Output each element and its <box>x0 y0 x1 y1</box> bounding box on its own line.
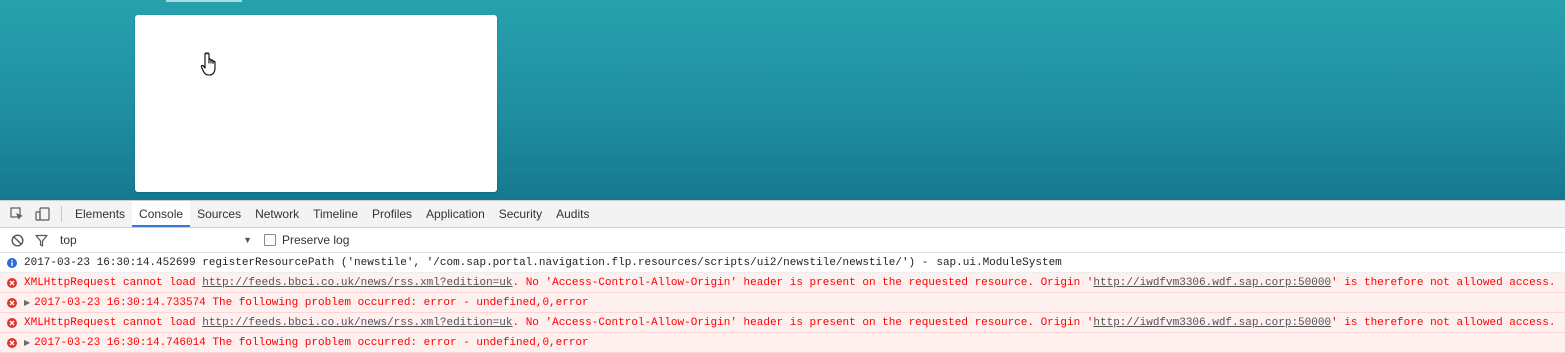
news-tile[interactable] <box>135 15 497 192</box>
xhr-error-url-link[interactable]: http://feeds.bbci.co.uk/news/rss.xml?edi… <box>202 277 512 289</box>
xhr-error-origin-link[interactable]: http://iwdfvm3306.wdf.sap.corp:50000 <box>1093 277 1331 289</box>
console-message-info: 2017-03-23 16:30:14.452699 registerResou… <box>0 253 1565 273</box>
preserve-log-label: Preserve log <box>282 233 350 247</box>
context-selector-value: top <box>60 233 77 247</box>
tab-console[interactable]: Console <box>132 201 191 227</box>
preserve-log-control[interactable]: Preserve log <box>264 233 349 247</box>
viewport-tab-indicator <box>166 0 242 2</box>
xhr-error-url-link[interactable]: http://feeds.bbci.co.uk/news/rss.xml?edi… <box>202 317 512 329</box>
xhr-error-suffix: ' is therefore not allowed access. <box>1331 316 1556 329</box>
xhr-error-suffix: ' is therefore not allowed access. <box>1331 276 1556 289</box>
app-viewport <box>0 0 1565 200</box>
xhr-error-prefix: XMLHttpRequest cannot load <box>24 316 203 329</box>
tab-application[interactable]: Application <box>419 201 492 227</box>
devtools-panel: Elements Console Sources Network Timelin… <box>0 200 1565 353</box>
xhr-error-middle: . No 'Access-Control-Allow-Origin' heade… <box>512 316 1094 329</box>
error-icon <box>6 317 18 329</box>
tab-elements[interactable]: Elements <box>68 201 132 227</box>
xhr-error-prefix: XMLHttpRequest cannot load <box>24 276 203 289</box>
info-message-text: 2017-03-23 16:30:14.452699 registerResou… <box>24 256 929 269</box>
expand-triangle-icon[interactable]: ▶ <box>24 338 30 348</box>
tab-profiles[interactable]: Profiles <box>365 201 419 227</box>
tab-timeline[interactable]: Timeline <box>306 201 365 227</box>
tabbar-divider <box>61 206 62 222</box>
expand-triangle-icon[interactable]: ▶ <box>24 298 30 308</box>
info-icon <box>6 257 18 269</box>
tab-sources[interactable]: Sources <box>190 201 248 227</box>
xhr-error-middle: . No 'Access-Control-Allow-Origin' heade… <box>512 276 1094 289</box>
console-messages: 2017-03-23 16:30:14.452699 registerResou… <box>0 253 1565 353</box>
console-message-error[interactable]: ▶ 2017-03-23 16:30:14.733574 The followi… <box>0 293 1565 313</box>
error-icon <box>6 297 18 309</box>
tab-network[interactable]: Network <box>248 201 306 227</box>
context-selector[interactable]: top ▼ <box>60 233 258 247</box>
tab-security[interactable]: Security <box>492 201 549 227</box>
console-message-error: XMLHttpRequest cannot load http://feeds.… <box>0 313 1565 333</box>
console-message-error: XMLHttpRequest cannot load http://feeds.… <box>0 273 1565 293</box>
hand-pointer-cursor-icon <box>200 52 216 76</box>
error-icon <box>6 337 18 349</box>
chevron-down-icon: ▼ <box>243 235 252 245</box>
inspect-element-icon[interactable] <box>9 206 25 222</box>
error-icon <box>6 277 18 289</box>
tab-audits[interactable]: Audits <box>549 201 596 227</box>
console-message-error[interactable]: ▶ 2017-03-23 16:30:14.746014 The followi… <box>0 333 1565 353</box>
console-toolbar: top ▼ Preserve log <box>0 228 1565 253</box>
filter-icon[interactable] <box>34 233 48 247</box>
clear-console-icon[interactable] <box>10 233 24 247</box>
info-message-source[interactable]: sap.ui.ModuleSystem <box>936 257 1061 269</box>
problem-message-text: 2017-03-23 16:30:14.733574 The following… <box>34 296 589 309</box>
device-toolbar-icon[interactable] <box>35 206 51 222</box>
preserve-log-checkbox[interactable] <box>264 234 276 246</box>
devtools-tabbar: Elements Console Sources Network Timelin… <box>0 201 1565 228</box>
problem-message-text: 2017-03-23 16:30:14.746014 The following… <box>34 336 589 349</box>
xhr-error-origin-link[interactable]: http://iwdfvm3306.wdf.sap.corp:50000 <box>1093 317 1331 329</box>
